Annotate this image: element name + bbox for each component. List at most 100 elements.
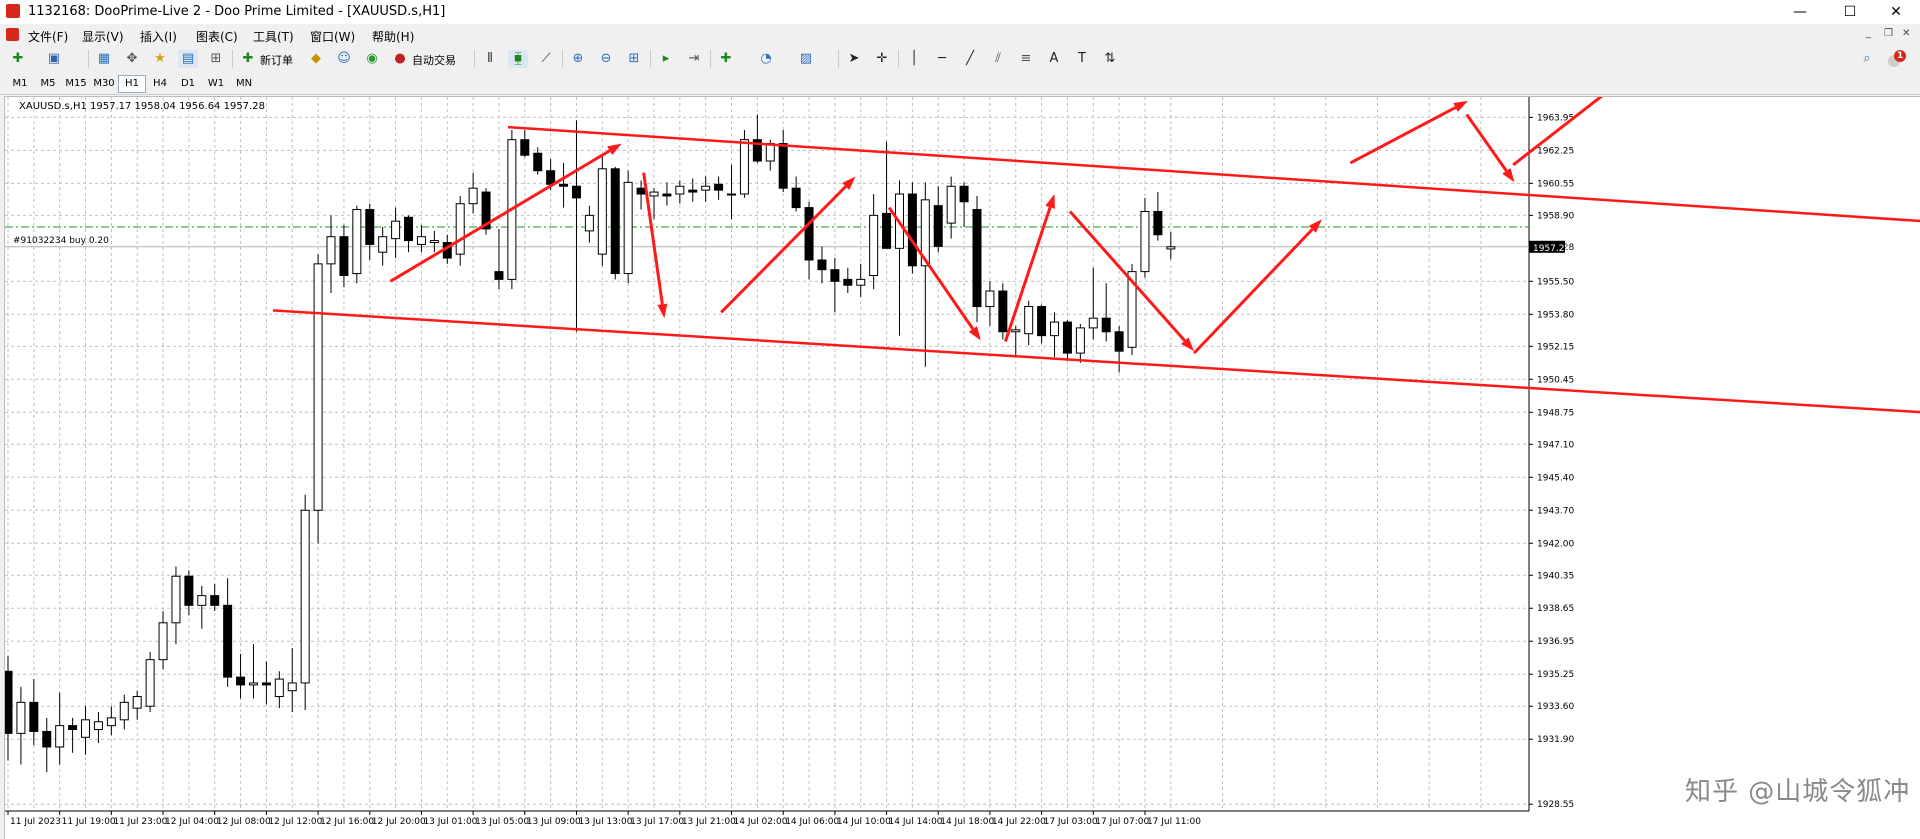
candle-bull: [287, 682, 297, 692]
strategy-tester-icon[interactable]: ⊞: [206, 50, 226, 68]
menu-view[interactable]: 显示(V): [82, 28, 124, 45]
x-tick-label: 12 Jul 20:00: [372, 817, 426, 827]
tf-h1[interactable]: H1: [118, 75, 146, 93]
bar-chart-icon[interactable]: ⫴: [480, 50, 500, 68]
signals-icon[interactable]: ☺: [334, 50, 354, 68]
y-tick-label: 1952.15: [1537, 342, 1574, 352]
minimize-button[interactable]: —: [1780, 2, 1820, 22]
menu-bar: 文件(F) 显示(V) 插入(I) 图表(C) 工具(T) 窗口(W) 帮助(H…: [0, 24, 1920, 46]
price-chart[interactable]: 1963.951962.251960.551958.901957.281955.…: [5, 97, 1920, 839]
zoom-in-icon[interactable]: ⊕: [568, 50, 588, 68]
candle-bull: [352, 209, 362, 275]
new-chart-icon[interactable]: ✚: [8, 50, 28, 68]
tf-d1[interactable]: D1: [174, 75, 202, 93]
templates-icon[interactable]: ▨: [796, 50, 816, 68]
profiles-icon[interactable]: ▣: [44, 50, 64, 68]
new-order-button[interactable]: 新订单: [260, 52, 293, 68]
zoom-out-icon[interactable]: ⊖: [596, 50, 616, 68]
timeframe-bar: M1 M5 M15 M30 H1 H4 D1 W1 MN: [0, 72, 1920, 95]
arrows-icon[interactable]: ⇅: [1100, 50, 1120, 68]
candle-bull: [93, 721, 103, 731]
candlestick-icon[interactable]: ⧯: [508, 50, 528, 68]
line-chart-icon[interactable]: ⟋: [536, 50, 556, 68]
new-order-icon[interactable]: ✚: [238, 50, 258, 68]
favorites-star-icon[interactable]: ★: [150, 50, 170, 68]
x-tick-label: 11 Jul 19:00: [62, 817, 116, 827]
y-tick-label: 1948.75: [1537, 408, 1574, 418]
horizontal-line-icon[interactable]: ─: [932, 50, 952, 68]
tf-m1[interactable]: M1: [6, 75, 34, 93]
search-icon[interactable]: ⌕: [1858, 50, 1876, 68]
order-line-label[interactable]: #91032234 buy 0.20: [13, 236, 109, 246]
y-tick-label: 1958.90: [1537, 211, 1574, 221]
candle-bear: [571, 185, 581, 199]
tf-m15[interactable]: M15: [62, 75, 90, 93]
candle-bear: [610, 168, 620, 275]
tf-w1[interactable]: W1: [202, 75, 230, 93]
candle-bull: [16, 701, 26, 734]
menu-window[interactable]: 窗口(W): [310, 28, 355, 45]
y-tick-label: 1955.50: [1537, 277, 1574, 287]
mdi-minimize-button[interactable]: _: [1866, 28, 1871, 39]
trendline-icon[interactable]: ╱: [960, 50, 980, 68]
candle-bull: [649, 191, 659, 197]
mdi-restore-button[interactable]: ❐: [1884, 28, 1893, 39]
candle-bull: [81, 719, 91, 738]
menu-help[interactable]: 帮助(H): [372, 28, 414, 45]
maximize-button[interactable]: ☐: [1830, 2, 1870, 22]
candle-bull: [869, 214, 879, 277]
chart-window-icon: [6, 28, 19, 41]
auto-trading-icon[interactable]: ●: [390, 50, 410, 68]
x-tick-label: 11 Jul 23:00: [113, 817, 167, 827]
menu-tools[interactable]: 工具(T): [253, 28, 294, 45]
vertical-line-icon[interactable]: │: [904, 50, 924, 68]
crosshair-icon[interactable]: ✛: [872, 50, 892, 68]
candle-bear: [494, 271, 504, 280]
tile-windows-icon[interactable]: ⊞: [624, 50, 644, 68]
tf-m5[interactable]: M5: [34, 75, 62, 93]
mdi-close-button[interactable]: ✕: [1902, 28, 1910, 39]
market-watch-icon[interactable]: ▦: [94, 50, 114, 68]
menu-insert[interactable]: 插入(I): [140, 28, 177, 45]
close-button[interactable]: ✕: [1876, 2, 1916, 22]
text-label-icon[interactable]: T: [1072, 50, 1092, 68]
y-tick-label: 1943.70: [1537, 506, 1574, 516]
menu-file[interactable]: 文件(F): [28, 28, 68, 45]
tf-m30[interactable]: M30: [90, 75, 118, 93]
terminal-icon[interactable]: ▤: [178, 50, 198, 68]
periods-icon[interactable]: ◔: [756, 50, 776, 68]
autoscroll-icon[interactable]: ▸: [656, 50, 676, 68]
chart-shift-icon[interactable]: ⇥: [684, 50, 704, 68]
navigator-icon[interactable]: ✥: [122, 50, 142, 68]
market-icon[interactable]: ◉: [362, 50, 382, 68]
candle-bull: [106, 717, 116, 727]
y-tick-label: 1947.10: [1537, 440, 1574, 450]
candle-bear: [210, 595, 220, 606]
candle-bull: [197, 595, 207, 606]
main-toolbar: ✚ ▣ ▦ ✥ ★ ▤ ⊞ ✚ 新订单 ◆ ☺ ◉ ● 自动交易 ⫴ ⧯ ⟋ ⊕…: [0, 46, 1920, 73]
candle-bull: [765, 143, 775, 162]
candle-bear: [688, 189, 698, 193]
candle-bull: [946, 185, 956, 224]
meta-editor-icon[interactable]: ◆: [306, 50, 326, 68]
fibonacci-icon[interactable]: ≡: [1016, 50, 1036, 68]
x-tick-label: 14 Jul 22:00: [992, 817, 1046, 827]
candle-bear: [959, 185, 969, 203]
channel-icon[interactable]: ⫽: [988, 50, 1008, 68]
auto-trading-button[interactable]: 自动交易: [412, 52, 456, 68]
x-tick-label: 12 Jul 04:00: [165, 817, 219, 827]
cursor-icon[interactable]: ➤: [844, 50, 864, 68]
text-icon[interactable]: A: [1044, 50, 1064, 68]
tf-h4[interactable]: H4: [146, 75, 174, 93]
candle-bull: [274, 678, 284, 698]
candle-bear: [998, 290, 1008, 333]
x-tick-label: 13 Jul 01:00: [423, 817, 477, 827]
tf-mn[interactable]: MN: [230, 75, 258, 93]
menu-charts[interactable]: 图表(C): [196, 28, 238, 45]
x-tick-label: 17 Jul 03:00: [1044, 817, 1098, 827]
y-tick-label: 1950.45: [1537, 375, 1574, 385]
indicators-icon[interactable]: ✚: [716, 50, 736, 68]
chart-window[interactable]: 1963.951962.251960.551958.901957.281955.…: [4, 96, 1920, 839]
notifications-icon[interactable]: 1: [1886, 50, 1906, 68]
candle-bull: [985, 290, 995, 308]
